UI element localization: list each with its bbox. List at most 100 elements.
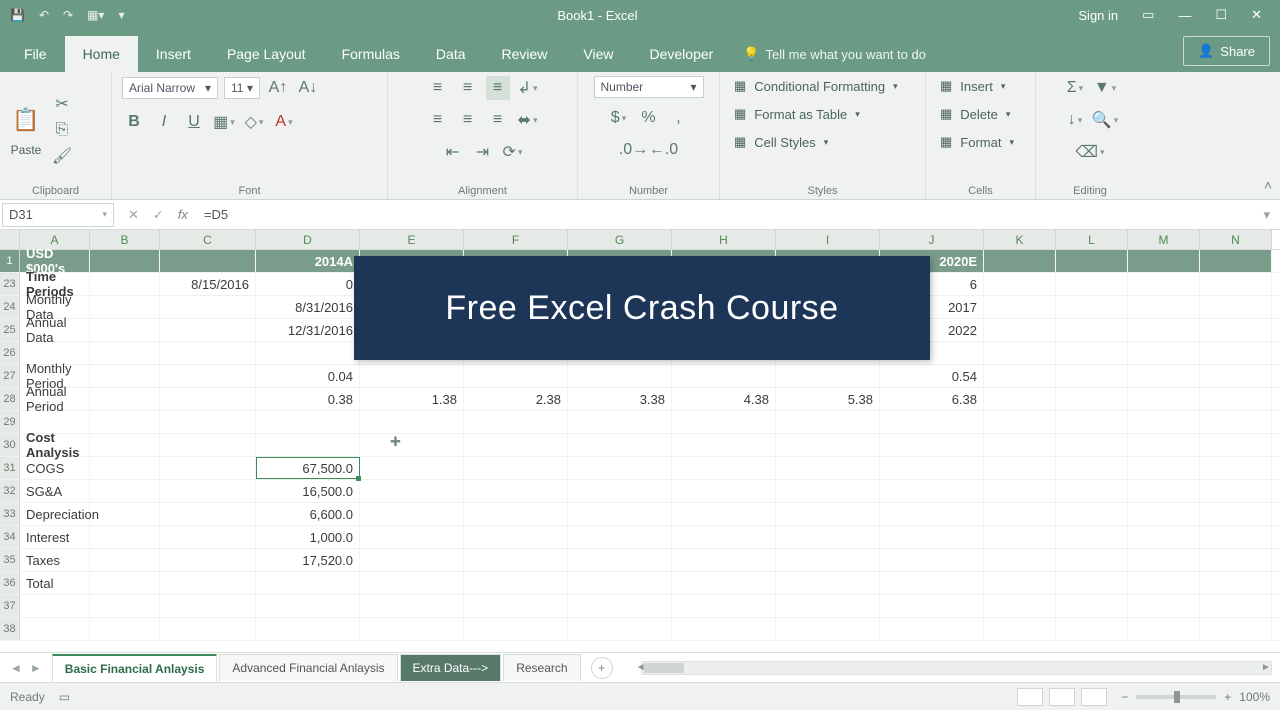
align-right-icon[interactable]: ≡ [486,108,510,132]
align-top-icon[interactable]: ≡ [426,76,450,100]
cut-icon[interactable]: ✂ [52,94,72,114]
tab-developer[interactable]: Developer [632,36,732,72]
close-icon[interactable]: ✕ [1251,7,1262,23]
merge-icon[interactable]: ⬌ [516,108,540,132]
sheet-tab[interactable]: Extra Data---> [400,654,502,681]
cancel-formula-icon[interactable]: ✕ [128,207,139,223]
tab-home[interactable]: Home [65,36,138,72]
font-color-icon[interactable]: A [272,110,296,134]
spreadsheet-grid[interactable]: A B C D E F G H I J K L M N 1 USD $000's… [0,230,1280,652]
horizontal-scrollbar[interactable]: ◄ ► [641,661,1272,675]
minimize-icon[interactable]: — [1178,8,1191,23]
qat-more-icon[interactable]: ▦▾ [87,8,104,22]
percent-icon[interactable]: % [637,106,661,130]
fx-icon[interactable]: fx [178,207,198,222]
italic-icon[interactable]: I [152,110,176,134]
borders-icon[interactable]: ▦ [212,110,236,134]
scroll-right-icon[interactable]: ► [1259,662,1273,674]
col-header[interactable]: J [880,230,984,249]
clear-icon[interactable]: ⌫ [1078,140,1102,164]
increase-font-icon[interactable]: A↑ [266,76,290,100]
col-header[interactable]: C [160,230,256,249]
select-all-corner[interactable] [0,230,20,249]
zoom-level[interactable]: 100% [1239,690,1270,704]
col-header[interactable]: K [984,230,1056,249]
sort-filter-icon[interactable]: ▼ [1093,76,1117,100]
copy-icon[interactable]: ⎘ [52,120,72,140]
currency-icon[interactable]: $ [607,106,631,130]
macro-record-icon[interactable]: ▭ [59,690,70,704]
sheet-tab[interactable]: Research [503,654,580,681]
formula-input[interactable]: =D5 [198,207,1254,222]
col-header[interactable]: I [776,230,880,249]
add-sheet-button[interactable]: + [591,657,613,679]
format-cells-button[interactable]: ▦Format▾ [936,132,1018,152]
align-middle-icon[interactable]: ≡ [456,76,480,100]
tab-formulas[interactable]: Formulas [324,36,418,72]
font-name-select[interactable]: Arial Narrow▾ [122,77,218,99]
sheet-prev-icon[interactable]: ◄ [10,661,22,675]
enter-formula-icon[interactable]: ✓ [153,207,164,223]
share-button[interactable]: 👤 Share [1183,36,1270,66]
align-bottom-icon[interactable]: ≡ [486,76,510,100]
increase-indent-icon[interactable]: ⇥ [471,140,495,164]
col-header[interactable]: E [360,230,464,249]
col-header[interactable]: M [1128,230,1200,249]
col-header[interactable]: F [464,230,568,249]
decrease-font-icon[interactable]: A↓ [296,76,320,100]
bold-icon[interactable]: B [122,110,146,134]
qat-customize-icon[interactable]: ▾ [118,8,124,22]
tab-insert[interactable]: Insert [138,36,209,72]
font-size-select[interactable]: 11▾ [224,77,260,99]
wrap-text-icon[interactable]: ↲ [516,76,540,100]
col-header[interactable]: L [1056,230,1128,249]
zoom-out-icon[interactable]: − [1121,690,1128,704]
increase-decimal-icon[interactable]: .0→ [622,138,646,162]
col-header[interactable]: N [1200,230,1272,249]
tab-page-layout[interactable]: Page Layout [209,36,324,72]
scroll-thumb[interactable] [644,663,684,673]
paste-icon[interactable]: 📋 [10,103,42,137]
align-left-icon[interactable]: ≡ [426,108,450,132]
save-icon[interactable]: 💾 [10,8,25,22]
tab-review[interactable]: Review [484,36,566,72]
number-format-select[interactable]: Number▾ [594,76,704,98]
zoom-slider[interactable] [1136,695,1216,699]
paste-label[interactable]: Paste [11,143,42,157]
view-page-break-icon[interactable] [1081,688,1107,706]
orientation-icon[interactable]: ⟳ [501,140,525,164]
view-normal-icon[interactable] [1017,688,1043,706]
sheet-tab[interactable]: Advanced Financial Anlaysis [219,654,397,681]
sheet-next-icon[interactable]: ► [30,661,42,675]
signin-link[interactable]: Sign in [1078,8,1118,23]
tab-data[interactable]: Data [418,36,484,72]
decrease-indent-icon[interactable]: ⇤ [441,140,465,164]
format-as-table-button[interactable]: ▦Format as Table▾ [730,104,864,124]
format-painter-icon[interactable]: 🖌 [52,146,72,166]
col-header[interactable]: B [90,230,160,249]
maximize-icon[interactable]: ☐ [1215,7,1227,23]
insert-cells-button[interactable]: ▦Insert▾ [936,76,1009,96]
conditional-formatting-button[interactable]: ▦Conditional Formatting▾ [730,76,902,96]
delete-cells-button[interactable]: ▦Delete▾ [936,104,1014,124]
col-header[interactable]: D [256,230,360,249]
comma-icon[interactable]: , [667,106,691,130]
sheet-tab[interactable]: Basic Financial Anlaysis [52,654,218,682]
tab-view[interactable]: View [565,36,631,72]
underline-icon[interactable]: U [182,110,206,134]
expand-formula-icon[interactable]: ▾ [1253,207,1280,223]
fill-icon[interactable]: ↓ [1063,108,1087,132]
cell-styles-button[interactable]: ▦Cell Styles▾ [730,132,832,152]
active-cell[interactable]: 67,500.0 [256,457,360,479]
collapse-ribbon-icon[interactable]: ˄ [1264,177,1272,193]
autosum-icon[interactable]: Σ [1063,76,1087,100]
find-icon[interactable]: 🔍 [1093,108,1117,132]
ribbon-display-icon[interactable]: ▭ [1142,7,1154,23]
col-header[interactable]: H [672,230,776,249]
tell-me-search[interactable]: 💡 Tell me what you want to do [731,36,1183,72]
name-box[interactable]: D31▾ [2,203,114,227]
tab-file[interactable]: File [6,36,65,72]
view-page-layout-icon[interactable] [1049,688,1075,706]
zoom-in-icon[interactable]: + [1224,690,1231,704]
align-center-icon[interactable]: ≡ [456,108,480,132]
